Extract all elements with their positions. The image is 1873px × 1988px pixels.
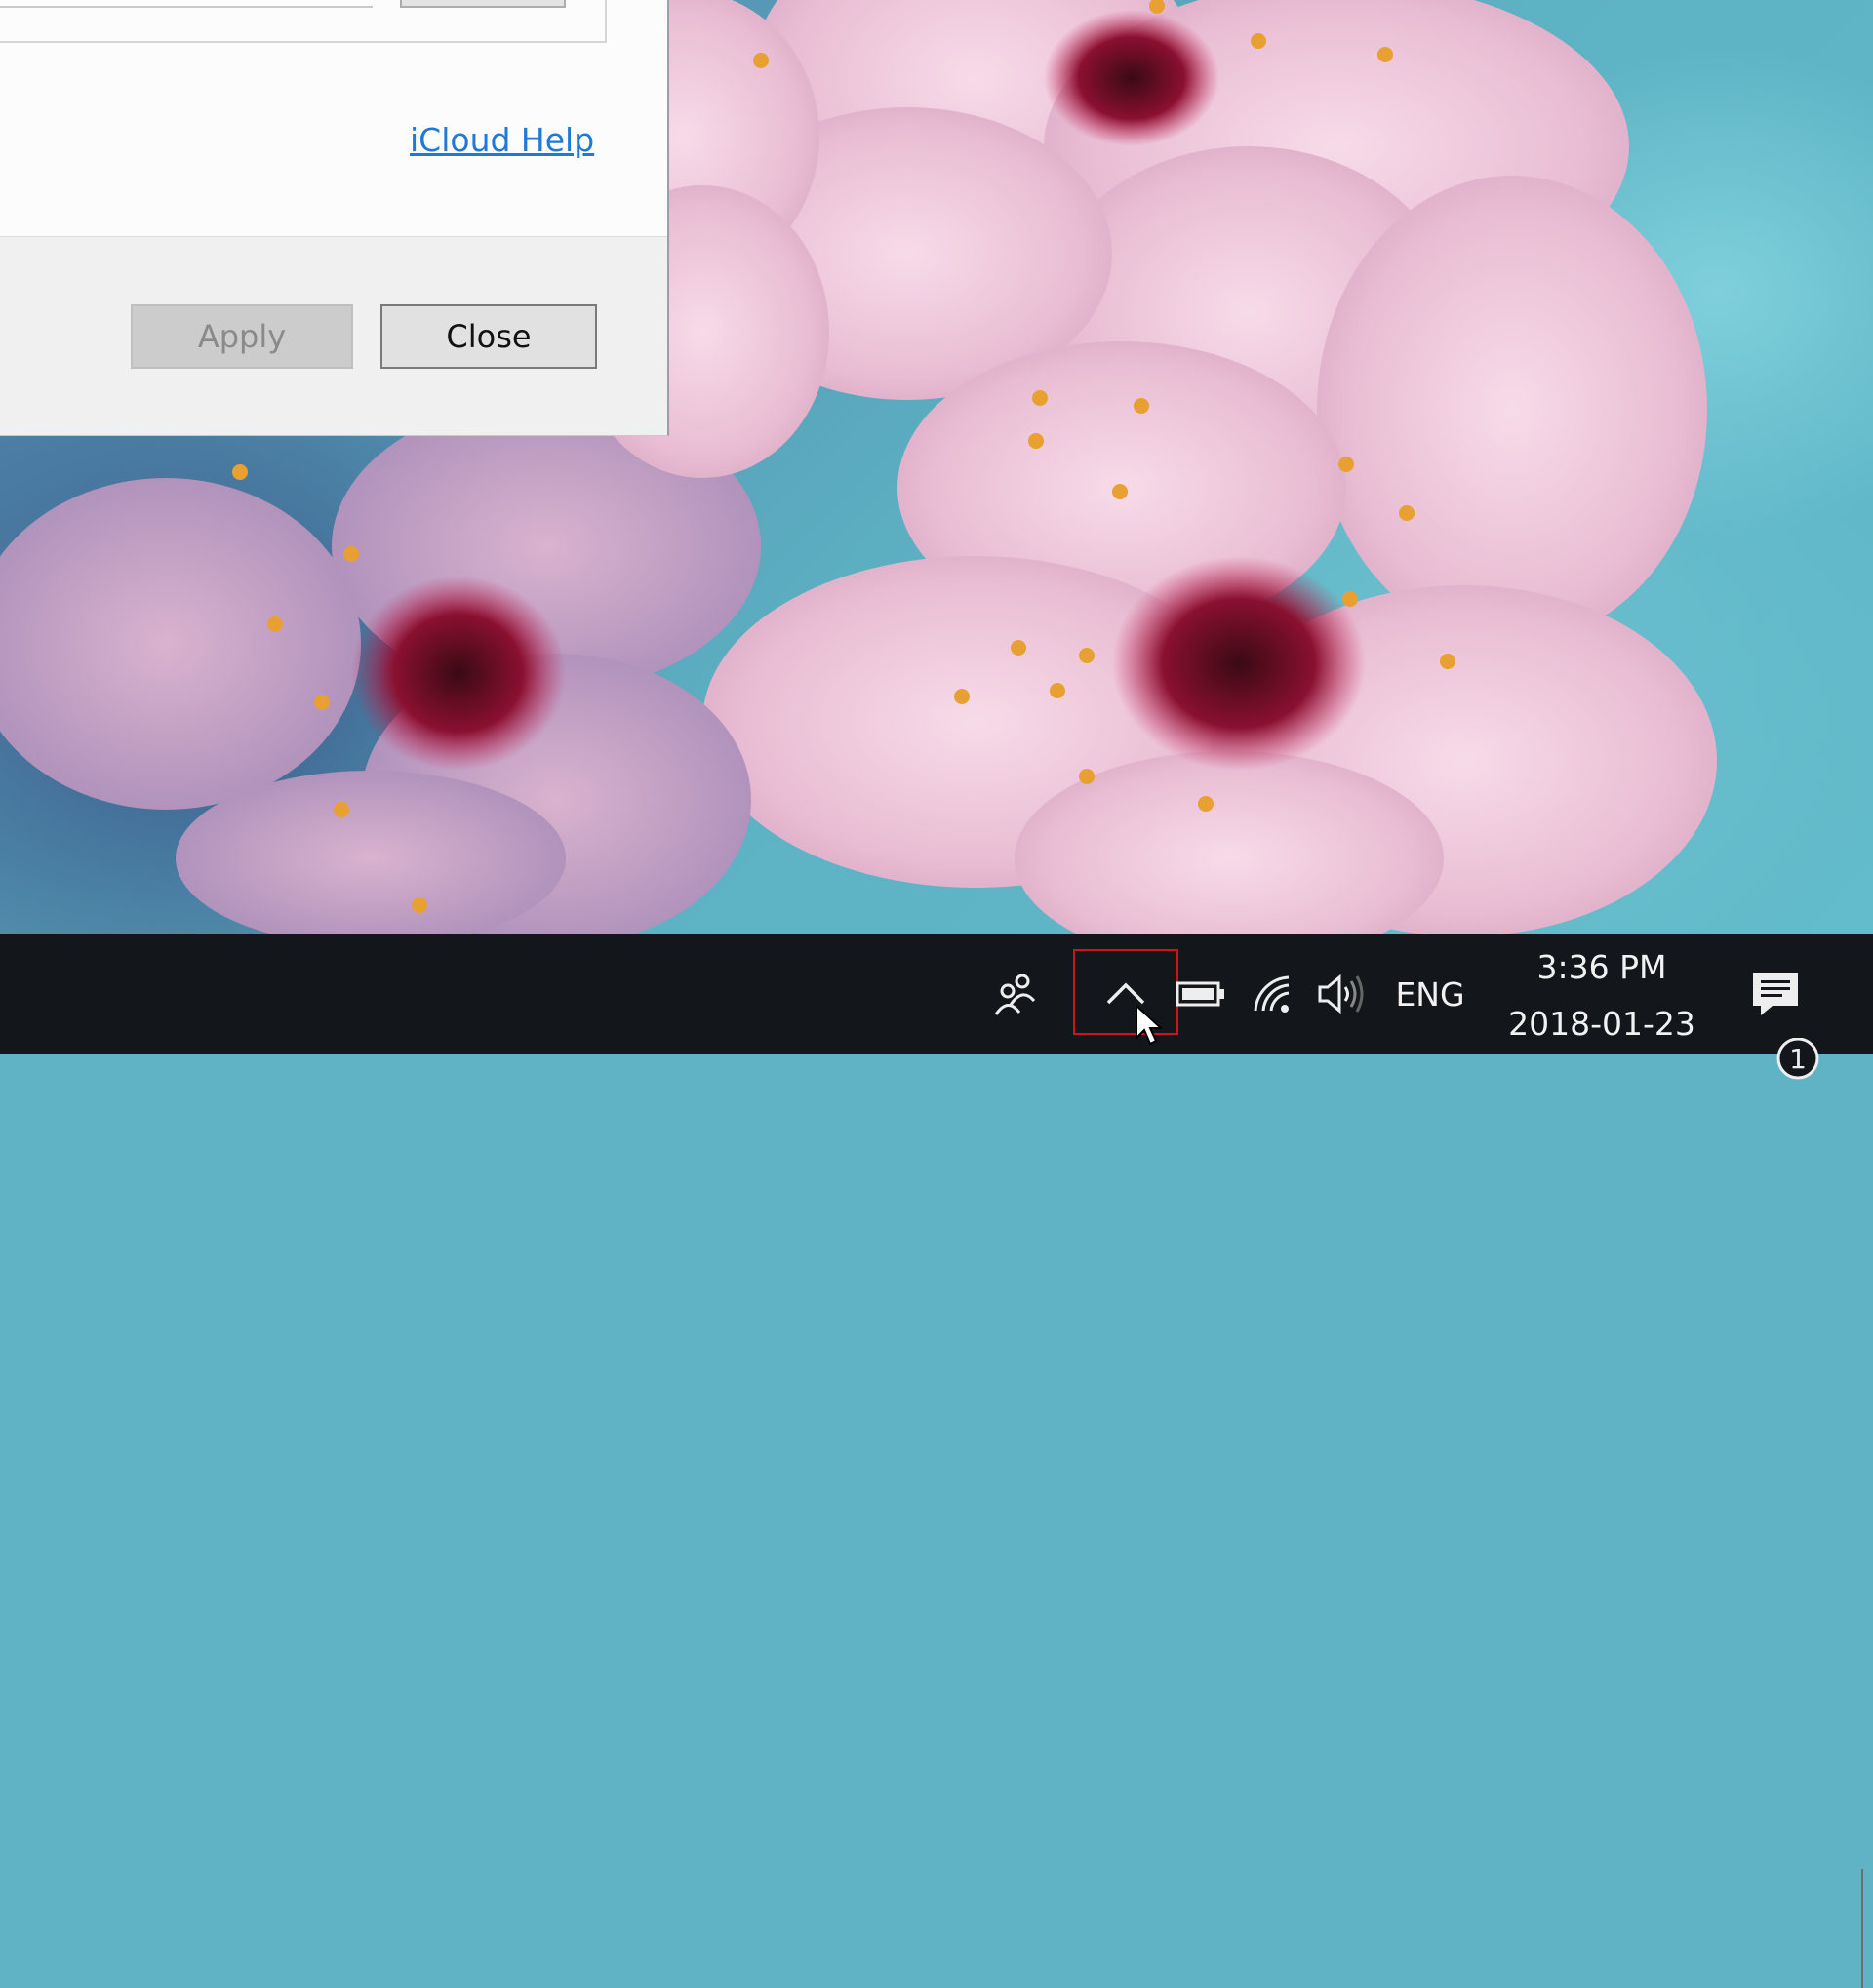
input-language-indicator[interactable]: ENG [1391,934,1469,1054]
clock-date: 2018-01-23 [1508,1005,1695,1043]
apply-button[interactable]: Apply [131,304,353,369]
icloud-dialog: iCloud Help Apply Close [0,0,669,436]
dialog-field-edge [0,0,373,8]
battery-icon[interactable] [1171,934,1231,1054]
notification-count: 1 [1789,1043,1807,1075]
taskbar: ENG 3:36 PM 2018-01-23 [0,934,1873,1988]
dialog-top-button-edge[interactable] [400,0,566,8]
volume-icon[interactable] [1311,934,1372,1054]
people-icon[interactable] [983,934,1048,1054]
dialog-content-area: iCloud Help [0,0,667,237]
mouse-pointer-icon [1136,1003,1163,1046]
icloud-help-link[interactable]: iCloud Help [410,121,594,159]
clock-time: 3:36 PM [1536,948,1667,986]
show-desktop-edge[interactable] [1861,1869,1863,1988]
action-center-icon[interactable] [1734,934,1818,1054]
wifi-icon[interactable] [1245,934,1299,1054]
close-button[interactable]: Close [380,304,597,369]
notification-count-badge: 1 [1776,1038,1819,1080]
taskbar-clock[interactable]: 3:36 PM 2018-01-23 [1489,934,1715,1054]
dialog-top-panel [0,0,607,43]
